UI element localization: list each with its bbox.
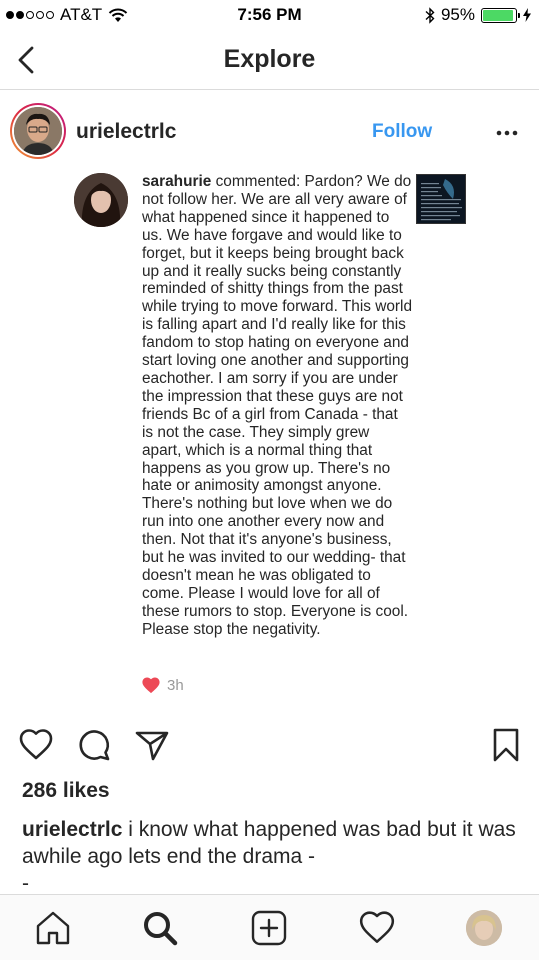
comment-thumbnail (416, 174, 466, 224)
comment-text-block: sarahurie commented: Pardon? We do not f… (142, 173, 412, 639)
tab-home[interactable] (34, 909, 72, 947)
heart-outline-icon (19, 729, 53, 760)
like-button[interactable] (18, 727, 54, 763)
profile-avatar (466, 910, 502, 946)
bookmark-icon (493, 728, 519, 762)
post-photo[interactable]: sarahurie commented: Pardon? We do not f… (0, 169, 539, 709)
battery-fill (483, 9, 514, 21)
post-actions (0, 723, 539, 767)
comment-button[interactable] (76, 727, 112, 763)
battery-icon (481, 7, 520, 23)
comment-meta: 3h (141, 676, 184, 694)
tab-new-post[interactable] (250, 909, 288, 947)
add-post-icon (251, 910, 287, 946)
share-send-icon (135, 731, 169, 761)
bluetooth-icon (425, 6, 435, 24)
comment-text: commented: Pardon? We do not follow her.… (142, 173, 413, 638)
charging-bolt-icon (523, 8, 531, 22)
liked-heart-icon (142, 677, 160, 694)
comment-time: 3h (167, 676, 184, 694)
bottom-tab-bar (0, 894, 539, 960)
home-icon (36, 911, 70, 945)
nav-bar: Explore (0, 30, 539, 90)
more-dots-icon (496, 130, 518, 136)
save-button[interactable] (488, 727, 524, 763)
status-bar: AT&T 7:56 PM 95% (0, 0, 539, 30)
caption-username[interactable]: urielectrlc (22, 818, 122, 841)
post-username[interactable]: urielectrlc (76, 120, 176, 144)
comment-bubble-icon (79, 730, 110, 761)
post-header: urielectrlc Follow (0, 91, 539, 169)
search-icon (144, 912, 178, 946)
share-button[interactable] (134, 727, 170, 763)
follow-button[interactable]: Follow (372, 121, 432, 143)
battery-percent: 95% (440, 5, 475, 24)
post-caption: urielectrlc i know what happened was bad… (22, 816, 522, 897)
user-avatar[interactable] (10, 103, 66, 159)
commenter-username: sarahurie (142, 173, 212, 190)
status-right: 95% (425, 5, 531, 25)
likes-count[interactable]: 286 likes (22, 779, 110, 803)
page-title: Explore (223, 45, 316, 73)
more-options-button[interactable] (495, 125, 519, 136)
activity-heart-icon (359, 911, 395, 943)
tab-profile[interactable] (466, 910, 502, 946)
tab-search[interactable] (141, 909, 179, 947)
commenter-avatar (74, 173, 128, 227)
tab-activity[interactable] (358, 909, 396, 947)
